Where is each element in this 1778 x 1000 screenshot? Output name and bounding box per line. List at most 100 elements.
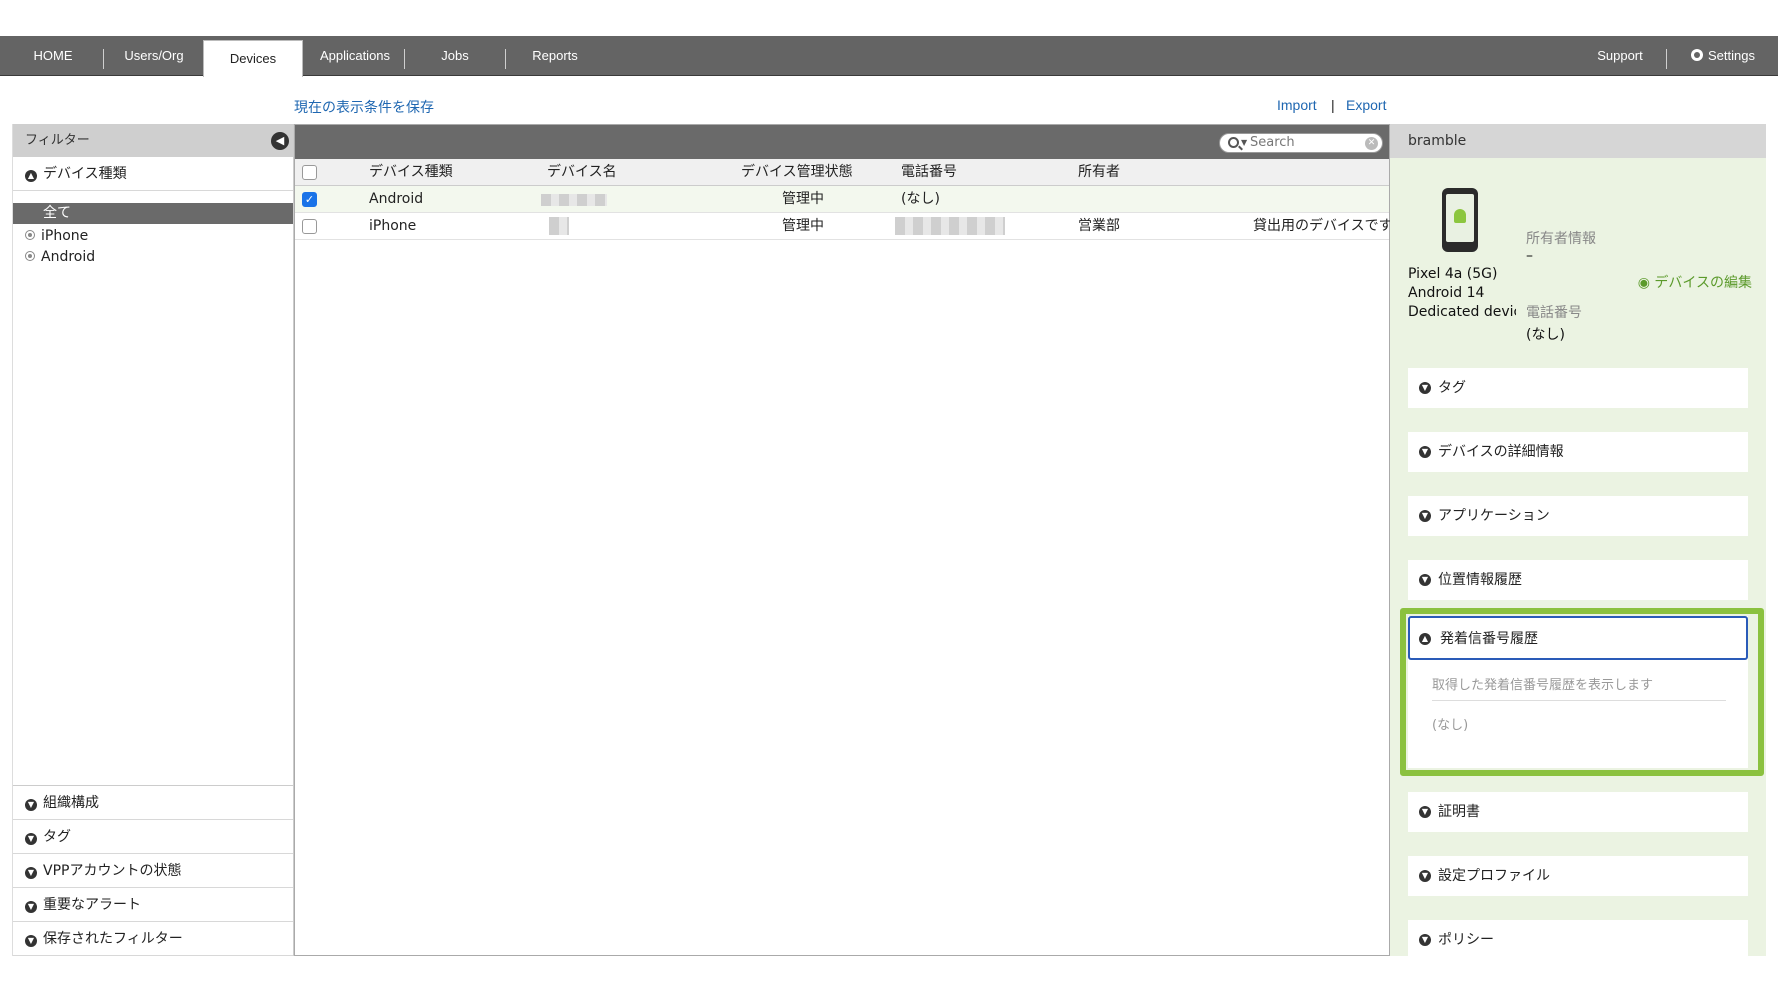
filter-bottom-sections: ▼ 組織構成 ▼ タグ ▼ VPPアカウントの状態 ▼ 重要なアラート ▼ 保存されたフィ… <box>13 785 293 956</box>
cell-status: 管理中 <box>782 191 824 207</box>
filter-section-alerts[interactable]: ▼ 重要なアラート <box>13 888 293 922</box>
filter-type-all[interactable]: 全て <box>13 203 293 224</box>
filter-section-device-type[interactable]: ▲ デバイス種類 <box>13 157 293 191</box>
cell-device-type: Android <box>369 191 424 207</box>
row-checkbox-checked[interactable]: ✓ <box>302 192 317 207</box>
chevron-down-icon: ▼ <box>25 901 37 913</box>
section-label: タグ <box>43 829 71 845</box>
import-link[interactable]: Import <box>1277 97 1317 113</box>
chevron-down-icon: ▼ <box>1419 382 1431 394</box>
radio-icon <box>25 251 35 261</box>
filter-sidebar: フィルター ◀ ▲ デバイス種類 全て iPhone Android ▼ 組織構成 … <box>12 124 294 956</box>
clear-icon[interactable]: ✕ <box>1365 137 1378 150</box>
column-header-owner[interactable]: 所有者 <box>1078 159 1120 186</box>
accordion-call-history[interactable]: ▲ 発着信番号履歴 <box>1408 616 1748 660</box>
column-header-status[interactable]: デバイス管理状態 <box>741 159 853 186</box>
select-all-checkbox[interactable] <box>302 165 317 180</box>
device-detail-panel: bramble Pixel 4a (5G) Android 14 Dedicat… <box>1390 124 1766 956</box>
device-type-list: 全て iPhone Android <box>13 191 293 268</box>
nav-tab-home[interactable]: HOME <box>18 36 88 76</box>
accordion-label: アプリケーション <box>1438 508 1550 524</box>
android-phone-icon <box>1442 188 1478 252</box>
edit-bullet-icon: ◉ <box>1637 275 1650 291</box>
nav-tab-applications[interactable]: Applications <box>310 36 400 76</box>
accordion-certificates[interactable]: ▼ 証明書 <box>1408 792 1748 832</box>
filter-section-saved[interactable]: ▼ 保存されたフィルター <box>13 922 293 956</box>
column-header-device-name[interactable]: デバイス名 <box>547 159 617 186</box>
cell-owner: 営業部 <box>1078 218 1120 234</box>
column-header-phone[interactable]: 電話番号 <box>901 159 957 186</box>
nav-settings-link[interactable]: Settings <box>1678 36 1768 76</box>
export-link[interactable]: Export <box>1346 97 1386 113</box>
accordion-applications[interactable]: ▼ アプリケーション <box>1408 496 1748 536</box>
chevron-down-icon: ▼ <box>25 799 37 811</box>
search-icon <box>1228 137 1239 148</box>
filter-section-vpp[interactable]: ▼ VPPアカウントの状態 <box>13 854 293 888</box>
accordion-label: 位置情報履歴 <box>1438 572 1522 588</box>
nav-tab-jobs[interactable]: Jobs <box>420 36 490 76</box>
filter-type-label: iPhone <box>41 228 89 244</box>
accordion-label: 発着信番号履歴 <box>1440 631 1538 647</box>
accordion-location-history[interactable]: ▼ 位置情報履歴 <box>1408 560 1748 600</box>
detail-device-name: bramble <box>1390 124 1766 158</box>
search-input[interactable]: ▼ Search ✕ <box>1219 133 1383 153</box>
filter-section-org[interactable]: ▼ 組織構成 <box>13 786 293 820</box>
table-row[interactable]: ✓ Android 管理中 (なし) <box>295 186 1389 213</box>
call-history-description: 取得した発着信番号履歴を表示します <box>1432 678 1654 693</box>
caret-down-icon: ▼ <box>1241 138 1248 147</box>
accordion-config-profiles[interactable]: ▼ 設定プロファイル <box>1408 856 1748 896</box>
redacted-phone <box>895 217 1005 235</box>
nav-divider <box>404 49 405 69</box>
accordion-policies[interactable]: ▼ ポリシー <box>1408 920 1748 956</box>
accordion-label: 証明書 <box>1438 804 1480 820</box>
filter-type-android[interactable]: Android <box>13 247 293 268</box>
nav-tab-devices[interactable]: Devices <box>203 40 303 77</box>
accordion-tag[interactable]: ▼ タグ <box>1408 368 1748 408</box>
filter-type-label: Android <box>41 249 96 265</box>
filter-section-tag[interactable]: ▼ タグ <box>13 820 293 854</box>
device-model: Pixel 4a (5G) <box>1408 266 1498 282</box>
top-navigation-bar: HOME Users/Org Devices Applications Jobs… <box>0 36 1778 77</box>
table-row[interactable]: iPhone 管理中 営業部 貸出用のデバイスです <box>295 213 1393 240</box>
redacted-device-name <box>541 194 607 206</box>
chevron-down-icon: ▼ <box>25 867 37 879</box>
accordion-device-details[interactable]: ▼ デバイスの詳細情報 <box>1408 432 1748 472</box>
filter-type-iphone[interactable]: iPhone <box>13 226 293 247</box>
cell-status: 管理中 <box>782 218 824 234</box>
save-view-link[interactable]: 現在の表示条件を保存 <box>294 97 434 117</box>
nav-tab-users-org[interactable]: Users/Org <box>112 36 196 76</box>
chevron-up-icon: ▲ <box>1419 633 1431 645</box>
nav-support-link[interactable]: Support <box>1580 36 1660 76</box>
chevron-down-icon: ▼ <box>25 935 37 947</box>
section-label: VPPアカウントの状態 <box>43 863 182 879</box>
nav-tab-reports[interactable]: Reports <box>520 36 590 76</box>
row-checkbox[interactable] <box>302 219 317 234</box>
android-logo-icon <box>1454 209 1466 223</box>
table-header-row: デバイス種類 デバイス名 デバイス管理状態 電話番号 所有者 <box>295 159 1389 186</box>
device-os: Android 14 <box>1408 285 1485 301</box>
table-toolbar: ▼ Search ✕ <box>295 125 1389 159</box>
owner-info-label: 所有者情報 <box>1526 231 1596 247</box>
owner-info-value: – <box>1526 248 1533 264</box>
cell-note: 貸出用のデバイスです <box>1253 218 1393 234</box>
chevron-down-icon: ▼ <box>1419 574 1431 586</box>
device-table-panel: ▼ Search ✕ デバイス種類 デバイス名 デバイス管理状態 電話番号 所有… <box>294 124 1393 956</box>
chevron-down-icon: ▼ <box>1419 510 1431 522</box>
edit-device-link[interactable]: ◉ デバイスの編集 <box>1638 272 1752 292</box>
call-history-value: (なし) <box>1432 718 1469 733</box>
link-separator: | <box>1331 97 1335 113</box>
radio-icon <box>25 230 35 240</box>
chevron-up-icon: ▲ <box>25 170 37 182</box>
phone-screen <box>1446 194 1474 242</box>
column-header-device-type[interactable]: デバイス種類 <box>369 159 453 186</box>
search-placeholder: Search <box>1250 135 1295 150</box>
collapse-sidebar-icon[interactable]: ◀ <box>271 132 289 150</box>
device-mode: Dedicated devic <box>1408 304 1516 320</box>
nav-divider <box>505 49 506 69</box>
accordion-label: デバイスの詳細情報 <box>1438 444 1564 460</box>
section-label: 重要なアラート <box>43 897 141 913</box>
redacted-device-name <box>549 217 569 235</box>
nav-divider <box>103 49 104 69</box>
section-label: 保存されたフィルター <box>43 931 183 947</box>
accordion-label: タグ <box>1438 380 1466 396</box>
